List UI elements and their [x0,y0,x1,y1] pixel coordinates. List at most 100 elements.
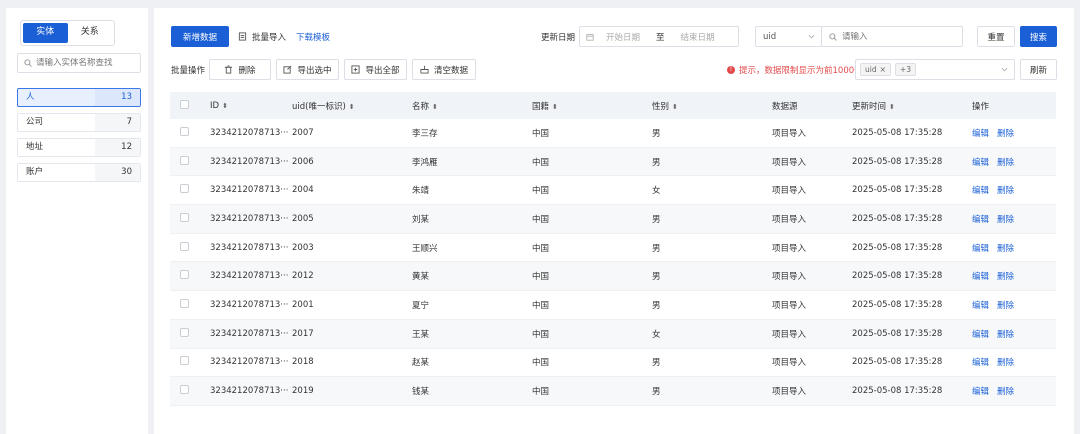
header-update-time-label: 更新时间 [852,101,887,112]
cell-gender: 男 [652,358,661,369]
cell-source: 项目导入 [772,128,807,139]
refresh-button[interactable]: 刷新 [1020,59,1057,80]
sort-icon: ⬍ [222,101,228,110]
cell-update-time: 2025-05-08 17:35:28 [852,127,943,138]
edit-link[interactable]: 编辑 [972,387,989,397]
header-gender[interactable]: 性别 ⬍ [652,100,772,112]
row-checkbox[interactable] [180,155,189,165]
cell-nationality: 中国 [532,272,550,283]
export-all-button[interactable]: 导出全部 [344,59,407,80]
row-checkbox[interactable] [180,356,189,366]
delete-link[interactable]: 删除 [997,272,1014,282]
cell-source: 项目导入 [772,358,807,369]
download-template-link[interactable]: 下载模板 [296,31,330,43]
tab-relation[interactable]: 关系 [68,23,113,43]
keyword-search-box[interactable] [821,26,963,47]
edit-link[interactable]: 编辑 [972,158,989,168]
edit-link[interactable]: 编辑 [972,215,989,225]
edit-link[interactable]: 编辑 [972,129,989,139]
table-row: 3234212078713··· 2017 王某 中国 女 项目导入 2025-05-08 … [170,319,1056,349]
clear-data-button[interactable]: 清空数据 [412,59,476,80]
delete-link[interactable]: 删除 [997,186,1014,196]
entity-search-box[interactable] [17,53,141,73]
sort-icon: ⬍ [552,102,558,111]
date-range-picker[interactable]: 开始日期 至 结束日期 [579,26,739,47]
batch-import-button[interactable]: 批量导入 [234,26,290,47]
end-date-placeholder: 结束日期 [680,32,715,43]
cell-uid: 2003 [292,242,314,253]
delete-link[interactable]: 删除 [997,244,1014,254]
cell-gender: 女 [652,329,661,340]
delete-link[interactable]: 删除 [997,301,1014,311]
row-checkbox[interactable] [180,385,189,395]
cell-gender: 男 [652,214,661,225]
row-checkbox[interactable] [180,212,189,222]
trash-icon [225,65,233,74]
import-icon [238,32,247,41]
cell-uid: 2012 [292,271,314,282]
cell-name: 刘某 [412,214,430,225]
cell-nationality: 中国 [532,358,550,369]
sidebar-item-company[interactable]: 公司 7 [17,113,141,132]
row-checkbox[interactable] [180,327,189,337]
edit-link[interactable]: 编辑 [972,301,989,311]
edit-link[interactable]: 编辑 [972,358,989,368]
keyword-search-input[interactable] [842,31,952,42]
header-update-time[interactable]: 更新时间 ⬍ [852,100,972,112]
column-tag-uid[interactable]: uid × [860,63,891,76]
batch-actions-label: 批量操作 [171,66,206,76]
delete-link[interactable]: 删除 [997,358,1014,368]
export-selected-button[interactable]: 导出选中 [276,59,339,80]
warning-icon: ! [727,66,735,74]
cell-uid: 2019 [292,386,314,397]
row-checkbox[interactable] [180,270,189,280]
edit-link[interactable]: 编辑 [972,186,989,196]
close-icon[interactable]: × [880,65,886,74]
cell-source: 项目导入 [772,157,807,168]
export-all-label: 导出全部 [365,65,400,76]
sidebar-item-address[interactable]: 地址 12 [17,138,141,157]
row-checkbox[interactable] [180,298,189,308]
select-all-checkbox[interactable] [180,99,189,109]
header-name[interactable]: 名称 ⬍ [412,100,532,112]
sidebar-item-label: 公司 [26,117,44,127]
sidebar-item-count: 30 [95,164,140,181]
table-row: 3234212078713··· 2018 赵某 中国 男 项目导入 2025-05-08 … [170,349,1056,378]
header-id[interactable]: ID ⬍ [210,101,292,111]
edit-link[interactable]: 编辑 [972,272,989,282]
row-checkbox[interactable] [180,126,189,136]
delete-link[interactable]: 删除 [997,158,1014,168]
tab-entity[interactable]: 实体 [23,23,68,43]
reset-button[interactable]: 重置 [977,26,1015,47]
cell-uid: 2017 [292,328,314,339]
cell-uid: 2005 [292,213,314,224]
delete-link[interactable]: 删除 [997,387,1014,397]
edit-link[interactable]: 编辑 [972,330,989,340]
add-data-button[interactable]: 新增数据 [171,26,229,47]
cell-source: 项目导入 [772,186,807,197]
main-panel: 新增数据 批量导入 下载模板 更新日期 开始日期 至 结束日期 uid 重置 搜… [154,8,1074,434]
cell-update-time: 2025-05-08 17:35:28 [852,185,943,196]
delete-label: 删除 [238,65,256,76]
edit-link[interactable]: 编辑 [972,244,989,254]
delete-link[interactable]: 删除 [997,129,1014,139]
search-button[interactable]: 搜索 [1020,26,1057,47]
row-checkbox[interactable] [180,241,189,251]
header-nationality[interactable]: 国籍 ⬍ [532,100,652,112]
entity-search-input[interactable] [36,58,136,68]
sidebar-item-person[interactable]: 人 13 [17,88,141,107]
delete-button[interactable]: 删除 [209,59,271,80]
data-limit-tip-text: 提示，数据限制显示为前1000条 [739,66,863,76]
column-filter-select[interactable]: uid × +3 [855,59,1015,80]
delete-link[interactable]: 删除 [997,215,1014,225]
cell-gender: 男 [652,300,661,311]
cell-uid: 2018 [292,357,314,368]
clear-icon [420,65,429,74]
date-to-label: 至 [656,32,665,43]
cell-uid: 2004 [292,185,314,196]
row-checkbox[interactable] [180,184,189,194]
header-uid[interactable]: uid(唯一标识) ⬍ [292,100,412,112]
search-field-select[interactable]: uid [755,26,822,47]
delete-link[interactable]: 删除 [997,330,1014,340]
sidebar-item-account[interactable]: 账户 30 [17,163,141,182]
